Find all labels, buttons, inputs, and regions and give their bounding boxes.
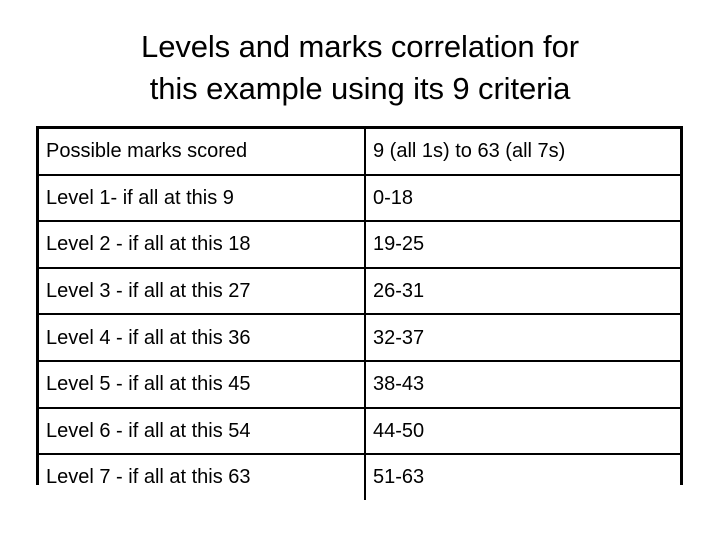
row-label-cell: Level 1- if all at this 9 bbox=[39, 174, 366, 223]
row-label-cell: Possible marks scored bbox=[39, 129, 366, 176]
table-row: Possible marks scored 9 (all 1s) to 63 (… bbox=[39, 129, 680, 176]
row-label-cell: Level 2 - if all at this 18 bbox=[39, 221, 366, 269]
row-value-cell: 0-18 bbox=[365, 174, 680, 223]
table-row: Level 4 - if all at this 36 32-37 bbox=[39, 314, 680, 362]
row-value-cell: 51-63 bbox=[365, 454, 680, 500]
row-label-cell: Level 4 - if all at this 36 bbox=[39, 314, 366, 362]
row-value-cell: 44-50 bbox=[365, 407, 680, 456]
table-row: Level 6 - if all at this 54 44-50 bbox=[39, 407, 680, 456]
slide-canvas: Levels and marks correlation for this ex… bbox=[0, 0, 720, 540]
table-row: Level 2 - if all at this 18 19-25 bbox=[39, 221, 680, 269]
table-row: Level 1- if all at this 9 0-18 bbox=[39, 174, 680, 223]
row-value-cell: 9 (all 1s) to 63 (all 7s) bbox=[365, 129, 680, 176]
table-row: Level 7 - if all at this 63 51-63 bbox=[39, 454, 680, 500]
row-label-cell: Level 7 - if all at this 63 bbox=[39, 454, 366, 500]
page-title: Levels and marks correlation for this ex… bbox=[141, 29, 579, 106]
table-row: Level 5 - if all at this 45 38-43 bbox=[39, 360, 680, 409]
row-value-cell: 38-43 bbox=[365, 360, 680, 409]
levels-marks-table-container: Possible marks scored 9 (all 1s) to 63 (… bbox=[36, 126, 683, 500]
row-label-cell: Level 5 - if all at this 45 bbox=[39, 360, 366, 409]
levels-marks-table: Possible marks scored 9 (all 1s) to 63 (… bbox=[39, 129, 680, 500]
table-row: Level 3 - if all at this 27 26-31 bbox=[39, 267, 680, 316]
row-value-cell: 19-25 bbox=[365, 221, 680, 269]
row-label-cell: Level 6 - if all at this 54 bbox=[39, 407, 366, 456]
row-value-cell: 26-31 bbox=[365, 267, 680, 316]
row-value-cell: 32-37 bbox=[365, 314, 680, 362]
row-label-cell: Level 3 - if all at this 27 bbox=[39, 267, 366, 316]
table-body: Possible marks scored 9 (all 1s) to 63 (… bbox=[39, 129, 680, 500]
